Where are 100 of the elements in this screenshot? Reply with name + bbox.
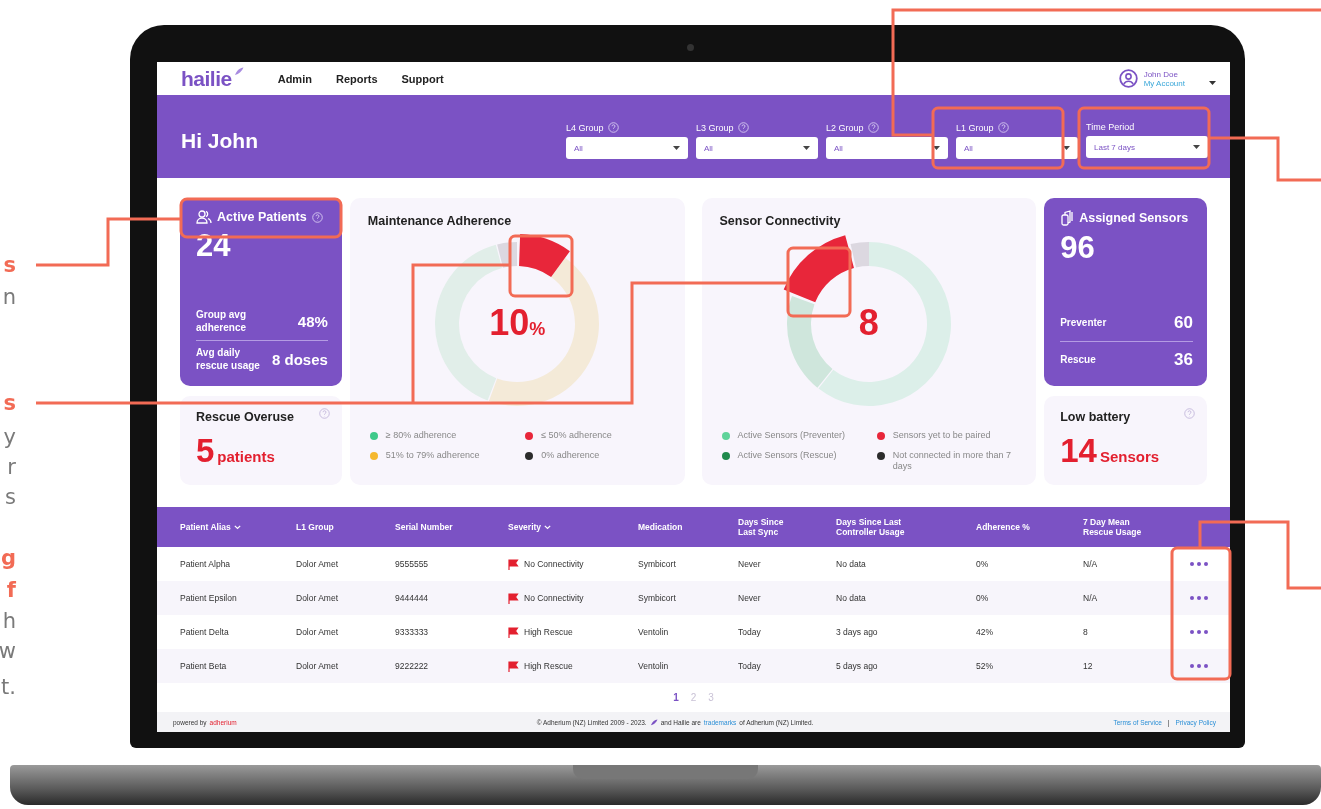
logo[interactable]: hailie: [181, 66, 244, 91]
battery-count: 14: [1060, 432, 1097, 470]
column-header[interactable]: Patient Alias: [180, 521, 231, 533]
caret-icon: [803, 146, 810, 150]
stat-label: Avg daily rescue usage: [196, 347, 261, 372]
more-icon: [1190, 596, 1208, 600]
caret-icon: [1209, 80, 1216, 85]
filter-dropdown[interactable]: All: [696, 137, 818, 159]
table-cell: 12: [1083, 661, 1093, 671]
more-options-button[interactable]: [1188, 560, 1210, 568]
table-cell: Today: [738, 661, 761, 671]
highlight-frame: [786, 246, 852, 318]
column-header: Days Since Last Sync: [738, 516, 785, 538]
table-cell: Dolor Amet: [296, 559, 339, 569]
card-title: Assigned Sensors: [1079, 211, 1189, 225]
annotation-text: r: [7, 457, 16, 478]
filter-dropdown[interactable]: All: [566, 137, 688, 159]
nav-link[interactable]: Reports: [335, 72, 378, 85]
overuse-unit: patients: [217, 448, 275, 465]
annotation-heading: s: [3, 393, 16, 414]
caret-icon: [1193, 145, 1200, 149]
annotation-heading: s: [3, 255, 16, 276]
caret-icon: [673, 146, 680, 150]
table-cell: 5 days ago: [836, 661, 878, 671]
table-cell: High Rescue: [524, 627, 573, 637]
filter-label: Time Period: [1086, 122, 1135, 132]
table-cell: No Connectivity: [524, 559, 584, 569]
card-title: Rescue Overuse: [196, 410, 294, 424]
table-cell: 9222222: [395, 661, 429, 671]
flag-icon: [508, 558, 519, 570]
annotation-text: h: [2, 611, 16, 632]
more-icon: [1190, 664, 1208, 668]
card-title: Active Patients: [217, 210, 307, 224]
annotation-text: w: [0, 641, 16, 662]
flag-icon: [508, 626, 519, 638]
legend-label: 51% to 79% adherence: [385, 449, 480, 462]
legend-label: ≤ 50% adherence: [541, 430, 612, 442]
more-icon: [1190, 562, 1208, 566]
table-cell: 9444444: [395, 593, 429, 603]
stat-value: 60: [1174, 313, 1193, 333]
table-cell: Ventolin: [638, 661, 669, 671]
table-cell: 8: [1083, 627, 1088, 637]
table-cell: 9333333: [395, 627, 429, 637]
users-icon: [196, 210, 212, 224]
user-avatar-icon[interactable]: [1118, 69, 1138, 88]
highlight-frame: [508, 234, 574, 298]
filter-dropdown[interactable]: All: [826, 137, 948, 159]
table-cell: Ventolin: [638, 627, 669, 637]
card-title: Sensor Connectivity: [719, 214, 841, 228]
table-row[interactable]: Patient Epsilon Dolor Amet 9444444 No Connectivity Symbicort Never No data 0% N/A: [157, 581, 1230, 615]
more-options-button[interactable]: [1188, 662, 1210, 670]
more-icon: [1190, 630, 1208, 634]
table-cell: 0%: [976, 559, 989, 569]
nav-link[interactable]: Support: [401, 72, 444, 85]
camera-dot: [687, 44, 694, 51]
annotation-text: t.: [1, 677, 16, 698]
table-cell: 0%: [976, 593, 989, 603]
filter-dropdown[interactable]: Last 7 days: [1086, 136, 1208, 158]
table-cell: Never: [738, 593, 761, 603]
legend-label: Not connected in more than 7 days: [892, 449, 1012, 474]
overuse-count: 5: [196, 432, 215, 470]
battery-unit: Sensors: [1099, 448, 1160, 465]
caret-icon: [933, 146, 940, 150]
legend-label: Active Sensors (Rescue): [737, 449, 837, 462]
table-cell: Today: [738, 627, 761, 637]
table-cell: Dolor Amet: [296, 627, 339, 637]
user-name: John Doe: [1143, 69, 1179, 79]
table-cell: Patient Delta: [180, 627, 229, 637]
card-title: Low battery: [1060, 410, 1131, 424]
table-cell: High Rescue: [524, 661, 573, 671]
flag-icon: [508, 592, 519, 604]
annotation-heading: f: [6, 580, 16, 601]
table-cell: Symbicort: [638, 593, 676, 603]
filter-label: L2 Group: [826, 122, 864, 133]
legend-label: ≥ 80% adherence: [385, 430, 457, 442]
stat-label: Rescue: [1060, 353, 1096, 367]
sort-caret-icon[interactable]: [233, 524, 241, 530]
page-link[interactable]: 1: [673, 692, 679, 703]
stat-value: 8 doses: [271, 351, 328, 368]
more-options-button[interactable]: [1188, 594, 1210, 602]
table-cell: 3 days ago: [836, 627, 878, 637]
annotation-heading: g: [0, 548, 16, 569]
more-options-button[interactable]: [1188, 628, 1210, 636]
nav-link[interactable]: Admin: [277, 72, 312, 85]
annotation-text: y: [3, 427, 16, 448]
column-header: Serial Number: [395, 521, 453, 533]
sensor-count: 96: [1060, 230, 1096, 266]
table-row[interactable]: Patient Beta Dolor Amet 9222222 High Rescue Ventolin Today 5 days ago 52% 12: [157, 649, 1230, 683]
table-cell: Dolor Amet: [296, 661, 339, 671]
table-cell: Patient Epsilon: [180, 593, 237, 603]
table-cell: 9555555: [395, 559, 429, 569]
table-cell: 52%: [976, 661, 993, 671]
column-header[interactable]: Severity: [508, 521, 542, 533]
filter-dropdown[interactable]: All: [956, 137, 1078, 159]
sort-caret-icon[interactable]: [544, 524, 552, 530]
table-cell: 42%: [976, 627, 993, 637]
stat-label: Preventer: [1060, 316, 1107, 330]
leaf-icon: [649, 718, 658, 726]
table-cell: Symbicort: [638, 559, 676, 569]
table-cell: Patient Beta: [180, 661, 227, 671]
